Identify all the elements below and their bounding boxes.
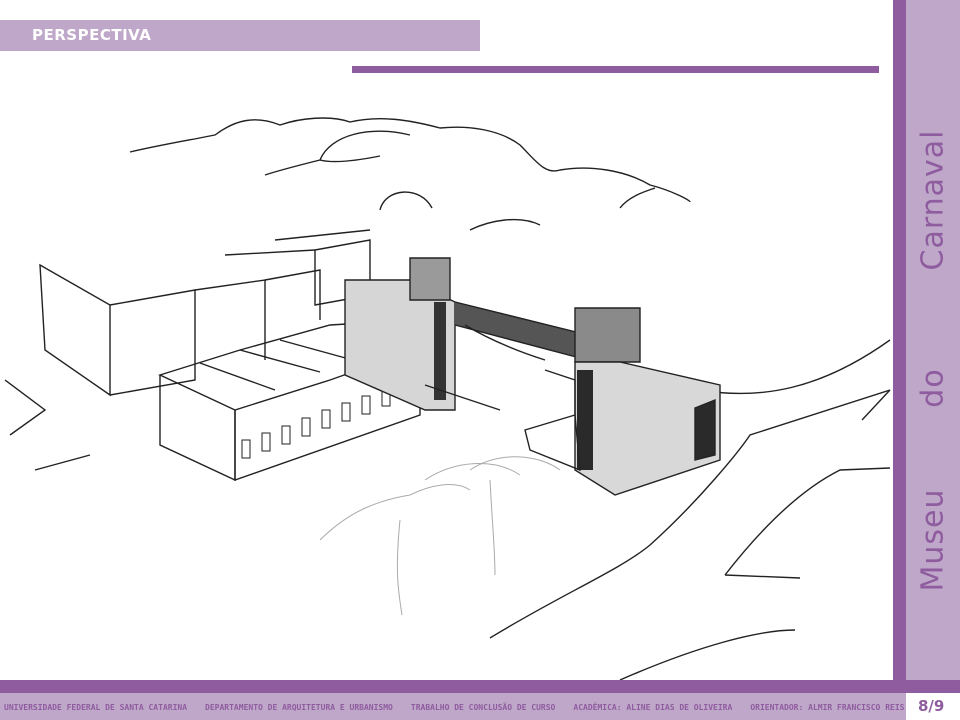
accent-rule xyxy=(352,66,879,73)
footer-department: DEPARTAMENTO DE ARQUITETURA E URBANISMO xyxy=(205,703,393,712)
footer-advisor: ORIENTADOR: ALMIR FRANCISCO REIS xyxy=(750,703,905,712)
title-word-carnaval: Carnaval xyxy=(915,129,951,271)
historic-buildings xyxy=(39,263,111,397)
vertical-title: Carnaval do Museu xyxy=(906,0,960,690)
title-word-do: do xyxy=(915,368,951,408)
footer-course: TRABALHO DE CONCLUSÃO DE CURSO xyxy=(410,703,556,712)
page-number: 8/9 xyxy=(918,697,945,715)
side-accent-bar xyxy=(893,0,906,703)
footer-student: ACADÊMICA: ALINE DIAS DE OLIVEIRA xyxy=(573,703,733,712)
footer-university: UNIVERSIDADE FEDERAL DE SANTA CATARINA xyxy=(4,703,188,712)
footer-credits: UNIVERSIDADE FEDERAL DE SANTA CATARINA D… xyxy=(4,703,904,712)
footer-band xyxy=(0,680,960,693)
palm-tree xyxy=(396,519,403,616)
cloud-outline xyxy=(129,117,691,203)
page-title: PERSPECTIVA xyxy=(32,26,152,44)
perspective-drawing xyxy=(4,117,891,680)
road-lines xyxy=(4,379,47,436)
museum-block-b xyxy=(574,307,641,363)
title-word-museu: Museu xyxy=(915,488,951,592)
